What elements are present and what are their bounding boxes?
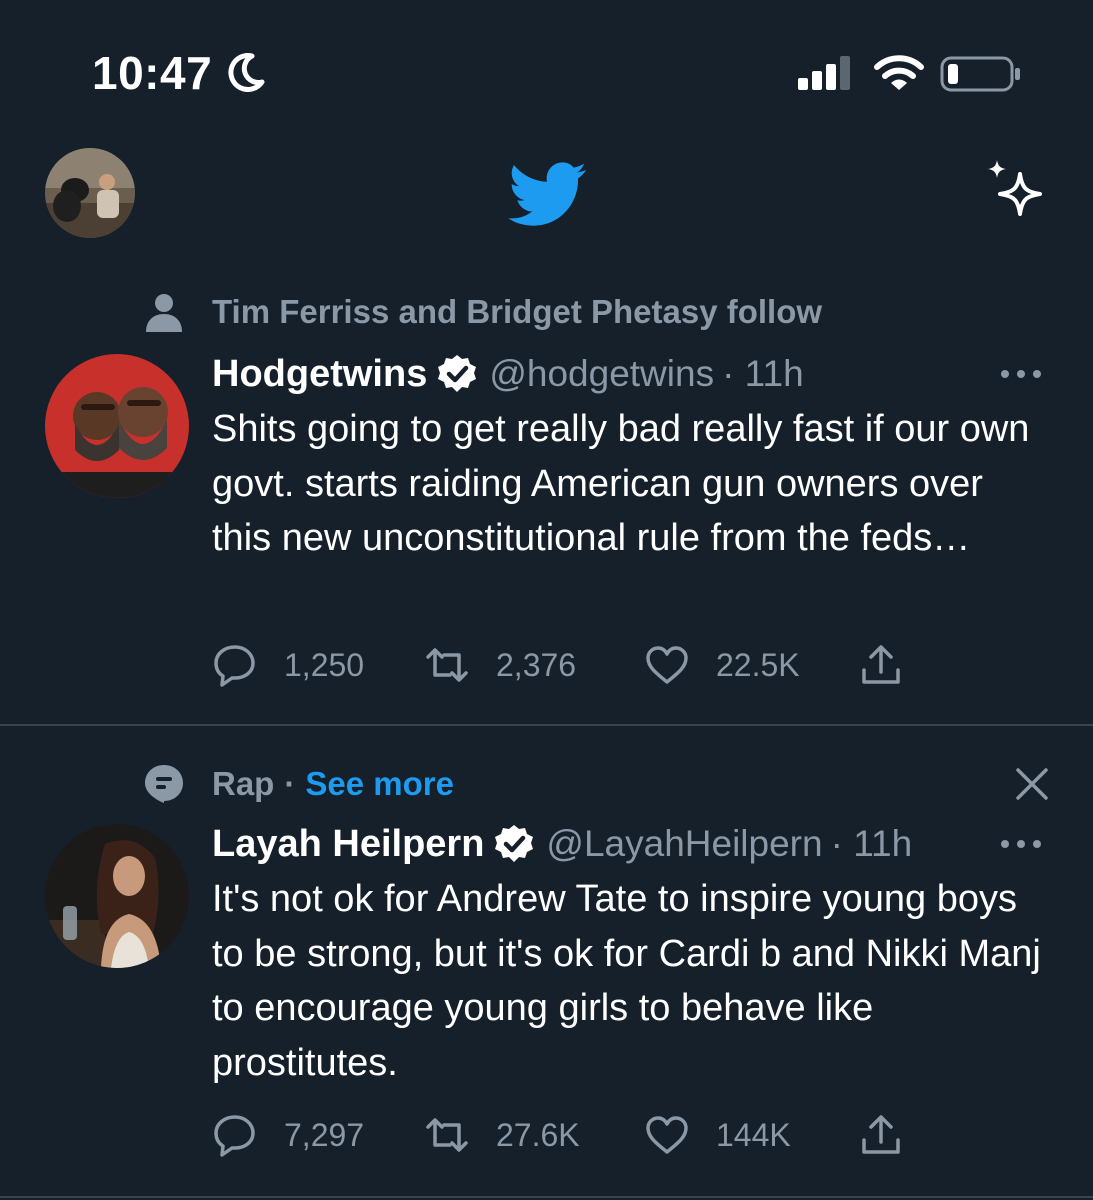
- social-context-text: Tim Ferriss and Bridget Phetasy follow: [212, 293, 823, 330]
- tweet-actions: 1,250 2,376 22.5K: [212, 642, 952, 688]
- person-icon: [146, 294, 182, 332]
- avatar[interactable]: [45, 824, 189, 968]
- tweet-actions: 7,297 27.6K 144K: [212, 1112, 952, 1158]
- cellular-signal-icon: [798, 56, 850, 90]
- author-handle[interactable]: @hodgetwins: [489, 353, 714, 395]
- close-icon[interactable]: [1012, 764, 1052, 804]
- see-more-link[interactable]: See more: [305, 765, 454, 803]
- tweet-divider: [0, 1196, 1093, 1198]
- more-options-icon[interactable]: [999, 368, 1043, 380]
- author-handle[interactable]: @LayahHeilpern: [546, 823, 822, 865]
- tweet-header: Layah Heilpern @LayahHeilpern · 11h: [212, 821, 912, 867]
- wifi-icon: [874, 55, 924, 90]
- reply-button[interactable]: 1,250: [212, 642, 364, 688]
- retweet-count: 2,376: [496, 646, 577, 683]
- twitter-bird-icon[interactable]: [508, 162, 588, 228]
- reply-icon: [214, 645, 255, 687]
- share-icon: [862, 645, 900, 684]
- tweet[interactable]: Tim Ferriss and Bridget Phetasy follow H…: [0, 280, 1093, 724]
- social-context: Tim Ferriss and Bridget Phetasy follow: [212, 292, 822, 332]
- reply-count: 1,250: [284, 646, 365, 683]
- like-count: 144K: [716, 1116, 791, 1153]
- battery-icon: [940, 56, 1020, 92]
- status-bar: 10:47: [0, 0, 1093, 130]
- tweet-timestamp[interactable]: · 11h: [831, 823, 913, 865]
- retweet-icon: [426, 648, 468, 682]
- author-name[interactable]: Layah Heilpern: [212, 823, 484, 866]
- heart-icon: [646, 646, 688, 684]
- share-button[interactable]: [858, 1112, 930, 1158]
- moon-icon: [228, 53, 265, 92]
- avatar[interactable]: [45, 354, 189, 498]
- retweet-button[interactable]: 2,376: [424, 642, 576, 688]
- status-time: 10:47: [92, 47, 213, 99]
- like-count: 22.5K: [716, 646, 800, 683]
- heart-icon: [646, 1116, 688, 1154]
- topic-icon: [145, 765, 183, 803]
- tweet-text: Shits going to get really bad really fas…: [212, 408, 1030, 559]
- retweet-icon: [426, 1118, 468, 1152]
- retweet-button[interactable]: 27.6K: [424, 1112, 580, 1158]
- retweet-count: 27.6K: [496, 1116, 580, 1153]
- topic-name[interactable]: Rap: [212, 765, 274, 803]
- sparkle-icon[interactable]: [984, 158, 1048, 222]
- share-button[interactable]: [858, 642, 930, 688]
- tweet-header: Hodgetwins @hodgetwins · 11h: [212, 351, 804, 397]
- tweet-timestamp[interactable]: · 11h: [722, 353, 804, 395]
- context-separator: ·: [284, 765, 296, 802]
- verified-badge-icon: [495, 825, 534, 862]
- author-name[interactable]: Hodgetwins: [212, 353, 427, 396]
- like-button[interactable]: 22.5K: [644, 642, 800, 688]
- more-options-icon[interactable]: [999, 838, 1043, 850]
- share-icon: [862, 1115, 900, 1154]
- like-button[interactable]: 144K: [644, 1112, 791, 1158]
- profile-avatar[interactable]: [45, 148, 135, 238]
- verified-badge-icon: [438, 355, 477, 392]
- reply-button[interactable]: 7,297: [212, 1112, 364, 1158]
- reply-icon: [214, 1115, 255, 1157]
- tweet-text: It's not ok for Andrew Tate to inspire y…: [212, 878, 1041, 1084]
- reply-count: 7,297: [284, 1116, 365, 1153]
- topic-context: Rap · See more: [212, 764, 454, 804]
- tweet[interactable]: Rap · See more Layah Heilpern @LayahHeil…: [0, 726, 1093, 1196]
